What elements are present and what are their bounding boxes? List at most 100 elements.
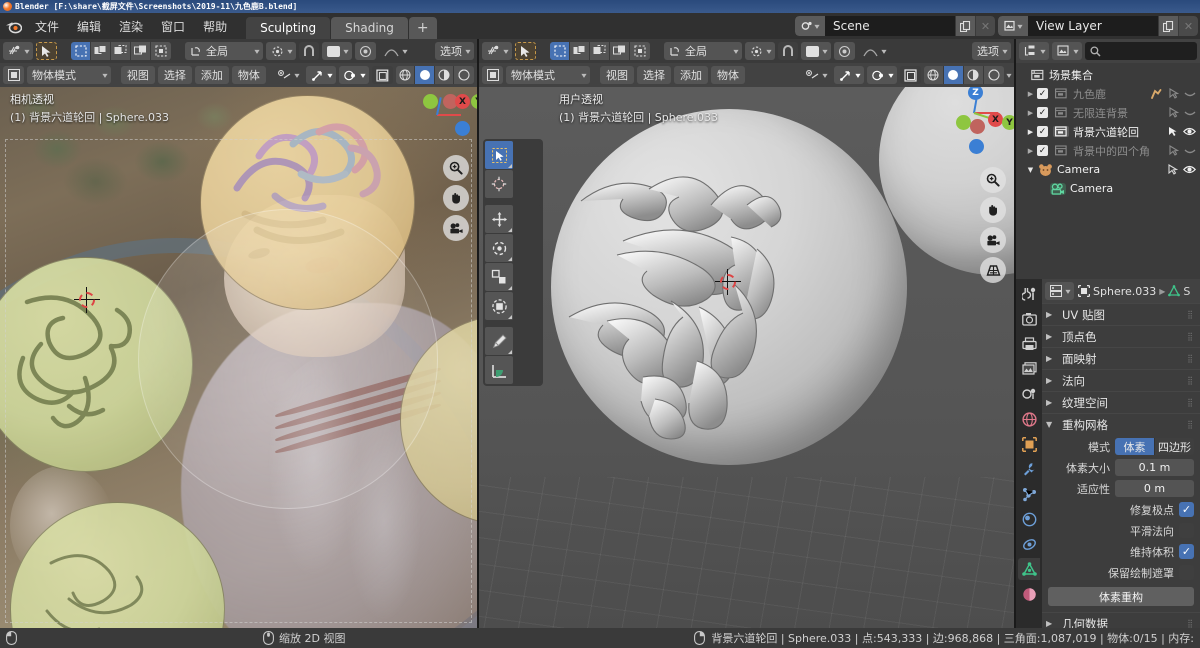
active-tool-icon[interactable] (36, 42, 58, 60)
tab-physics[interactable] (1018, 508, 1040, 530)
visibility-dropdown[interactable]: ▾ (800, 66, 831, 84)
view-layer-selector[interactable]: ▾ View Layer ✕ (998, 16, 1198, 36)
select-mode-group[interactable] (550, 42, 651, 60)
shading-solid-icon[interactable] (943, 66, 964, 84)
tab-constraints[interactable] (1018, 533, 1040, 555)
menu-object[interactable]: 物体 (711, 66, 745, 84)
tab-modifier[interactable] (1018, 458, 1040, 480)
disclosure-triangle[interactable]: ▶ (1024, 109, 1037, 117)
menu-help[interactable]: 帮助 (194, 15, 236, 38)
zoom-icon[interactable] (980, 167, 1006, 193)
interaction-mode-dropdown[interactable]: 物体模式 ▾ (506, 66, 590, 84)
menu-edit[interactable]: 编辑 (68, 15, 110, 38)
select-mode-group[interactable] (71, 42, 172, 60)
move-tool-icon[interactable] (485, 205, 513, 233)
menu-render[interactable]: 渲染 (110, 15, 152, 38)
voxel-remesh-button[interactable]: 体素重构 (1048, 587, 1194, 606)
collection-checkbox[interactable]: ✓ (1037, 126, 1048, 137)
snap-dropdown[interactable]: ▾ (3, 42, 34, 60)
outliner-row-collection-3[interactable]: ▶ ✓ 背景六道轮回 (1016, 122, 1200, 141)
outliner-search-input[interactable] (1085, 42, 1197, 60)
tab-output[interactable] (1018, 333, 1040, 355)
editor-type-dropdown[interactable] (482, 66, 503, 84)
falloff-curve-dropdown[interactable]: ▾ (379, 42, 411, 60)
select-box-icon[interactable] (550, 42, 571, 60)
menu-view[interactable]: 视图 (120, 66, 155, 84)
disclosure-triangle[interactable]: ▶ (1024, 147, 1037, 155)
panel-face-maps[interactable]: ▶ 面映射 ⣿ (1042, 347, 1200, 369)
gizmo-dropdown[interactable]: ▾ (305, 66, 336, 84)
gizmo-dropdown[interactable]: ▾ (833, 66, 864, 84)
menu-file[interactable]: 文件 (26, 15, 68, 38)
disclosure-triangle-open[interactable]: ▼ (1024, 166, 1037, 174)
select-intersect-icon[interactable] (630, 42, 651, 60)
panel-normals[interactable]: ▶ 法向 ⣿ (1042, 369, 1200, 391)
tab-scene[interactable] (1018, 383, 1040, 405)
gizmo-ball-neg-x[interactable] (970, 119, 985, 134)
outliner-row-collection-2[interactable]: ▶ ✓ 无限连背景 (1016, 103, 1200, 122)
tab-world[interactable] (1018, 408, 1040, 430)
breadcrumb-object-name[interactable]: Sphere.033 (1093, 285, 1156, 298)
disclosure-triangle[interactable]: ▶ (1024, 90, 1037, 98)
editor-type-dropdown[interactable] (3, 66, 24, 84)
gizmo-axis-x[interactable]: X (455, 94, 470, 109)
shading-solid-icon[interactable] (415, 66, 435, 84)
toggle-perspective-icon[interactable] (980, 257, 1006, 283)
voxel-size-field[interactable]: 0.1 m (1115, 459, 1194, 476)
menu-window[interactable]: 窗口 (152, 15, 194, 38)
preserve-paint-mask-checkbox[interactable] (1179, 565, 1194, 580)
outliner-row-camera-data[interactable]: Camera (1016, 179, 1200, 198)
overlays-dropdown[interactable]: ▾ (338, 66, 369, 84)
panel-vertex-colors[interactable]: ▶ 顶点色 ⣿ (1042, 325, 1200, 347)
viewport-options-dropdown[interactable]: 选项 ▾ (971, 42, 1011, 60)
menu-add[interactable]: 添加 (674, 66, 708, 84)
tab-object[interactable] (1018, 433, 1040, 455)
gizmo-axis-y[interactable]: Y (471, 94, 477, 109)
interaction-mode-dropdown[interactable]: 物体模式 ▾ (27, 66, 111, 84)
viewport-options-dropdown[interactable]: 选项 ▾ (434, 42, 474, 60)
xray-toggle-icon[interactable] (899, 66, 921, 84)
select-extend-icon[interactable] (91, 42, 112, 60)
visibility-dropdown[interactable]: ▾ (272, 66, 303, 84)
proportional-falloff-toggle[interactable] (355, 42, 377, 60)
scene-selector[interactable]: ▾ Scene ✕ (795, 16, 995, 36)
select-subtract-icon[interactable] (590, 42, 611, 60)
rotate-tool-icon[interactable] (485, 234, 513, 262)
collection-checkbox[interactable]: ✓ (1037, 145, 1048, 156)
snap-magnet-icon[interactable] (299, 42, 320, 60)
overlays-dropdown[interactable]: ▾ (866, 66, 897, 84)
add-workspace-button[interactable]: + (408, 17, 437, 39)
fix-poles-checkbox[interactable]: ✓ (1179, 502, 1194, 517)
remove-view-layer-button[interactable]: ✕ (1178, 16, 1198, 36)
shading-wireframe-icon[interactable] (395, 66, 416, 84)
tab-sculpting[interactable]: Sculpting (246, 17, 331, 39)
tab-material[interactable] (1018, 583, 1040, 605)
camera-viewport-canvas[interactable]: X Y (0, 87, 477, 628)
cursor-tool-icon[interactable] (485, 170, 513, 198)
tab-tool[interactable] (1018, 283, 1040, 305)
outliner-row-collection-4[interactable]: ▶ ✓ 背景中的四个角 (1016, 141, 1200, 160)
proportional-editing-dropdown[interactable]: ▾ (322, 42, 353, 60)
snap-dropdown[interactable]: ▾ (482, 42, 513, 60)
shading-mode-group[interactable] (395, 66, 474, 84)
hand-pan-icon[interactable] (443, 185, 469, 211)
transform-orientation-dropdown[interactable]: 全局 ▾ (664, 42, 743, 60)
properties-editor-type-dropdown[interactable]: ▾ (1045, 282, 1075, 300)
menu-select[interactable]: 选择 (637, 66, 671, 84)
left-nav-gizmo[interactable]: X Y (401, 87, 477, 153)
collection-checkbox[interactable]: ✓ (1037, 107, 1048, 118)
pivot-point-dropdown[interactable]: ▾ (745, 42, 776, 60)
proportional-falloff-toggle[interactable] (834, 42, 856, 60)
panel-texture-space[interactable]: ▶ 纹理空间 ⣿ (1042, 391, 1200, 413)
select-box-icon[interactable] (71, 42, 92, 60)
new-scene-button[interactable] (955, 16, 975, 36)
shading-material-icon[interactable] (434, 66, 455, 84)
tab-shading[interactable]: Shading (331, 17, 408, 39)
shading-rendered-icon[interactable] (983, 66, 1004, 84)
zoom-icon[interactable] (443, 155, 469, 181)
gizmo-ball-neg-z[interactable] (455, 121, 470, 136)
outliner-filter-dropdown[interactable]: ▾ (1052, 42, 1083, 60)
scale-tool-icon[interactable] (485, 263, 513, 291)
xray-toggle-icon[interactable] (371, 66, 393, 84)
adaptivity-field[interactable]: 0 m (1115, 480, 1194, 497)
